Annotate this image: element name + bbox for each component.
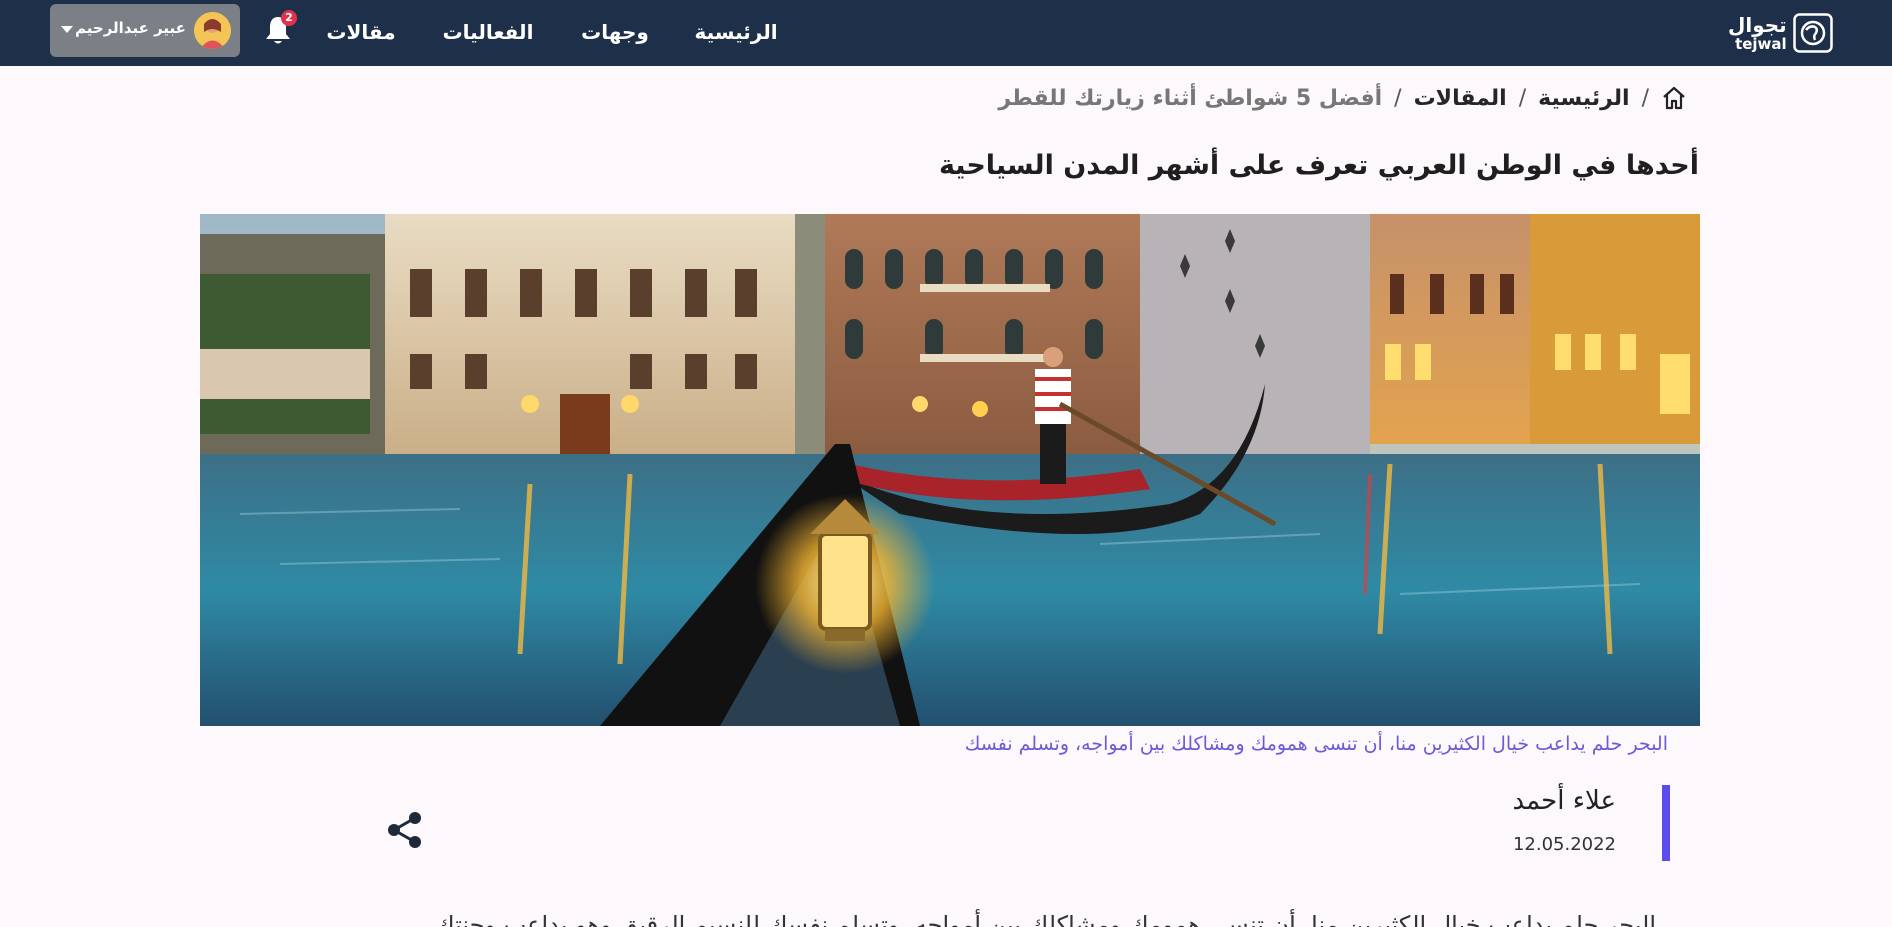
breadcrumb-separator: / [1394, 85, 1402, 111]
breadcrumb-current: أفضل 5 شواطئ أثناء زيارتك للقطر [998, 85, 1383, 111]
breadcrumb-separator: / [1641, 85, 1649, 111]
nav-link-home[interactable]: الرئيسية [692, 17, 780, 47]
nav-link-events[interactable]: الفعاليات [439, 17, 537, 47]
author-accent-bar [1662, 785, 1670, 861]
site-logo[interactable]: تجوال tejwal [1728, 13, 1846, 53]
article-title: أحدها في الوطن العربي تعرف على أشهر المد… [938, 150, 1699, 181]
logo-arabic: تجوال [1728, 12, 1787, 37]
logo-text: تجوال tejwal [1728, 15, 1787, 52]
breadcrumb-separator: / [1518, 85, 1527, 111]
logo-globe-icon [1792, 13, 1833, 53]
breadcrumb-home[interactable]: الرئيسية [1538, 86, 1629, 111]
breadcrumb-articles[interactable]: المقالات [1414, 86, 1507, 111]
avatar [194, 12, 231, 49]
publish-date: 12.05.2022 [1512, 834, 1616, 855]
breadcrumb: / الرئيسية / المقالات / أفضل 5 شواطئ أثن… [998, 82, 1687, 114]
notification-badge: 2 [281, 10, 297, 26]
nav-link-destinations[interactable]: وجهات [579, 17, 651, 47]
share-icon[interactable] [386, 810, 424, 850]
article-hero-image [200, 214, 1700, 726]
chevron-down-icon [61, 26, 73, 33]
logo-latin: tejwal [1735, 34, 1787, 53]
nav-link-articles[interactable]: مقالات [325, 17, 397, 47]
image-caption: البحر حلم يداعب خيال الكثيرين منا، أن تن… [964, 733, 1668, 755]
home-icon[interactable] [1661, 85, 1687, 111]
author-name: علاء أحمد [1512, 786, 1617, 816]
article-body-paragraph: البحر حلم يداعب خيال الكثيرين منا، أن تن… [434, 911, 1656, 927]
top-navbar: تجوال tejwal الرئيسية وجهات الفعاليات مق… [0, 0, 1892, 66]
user-menu-button[interactable]: عبير عبدالرحيم [50, 4, 240, 57]
